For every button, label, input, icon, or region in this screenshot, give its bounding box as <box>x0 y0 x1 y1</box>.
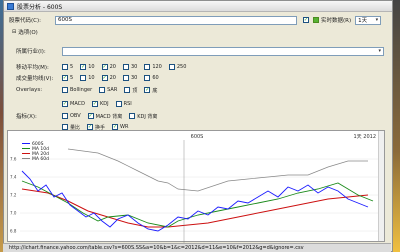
overlay-option-label: 底 <box>152 87 158 94</box>
overlay-option-label: Bollinger <box>70 87 93 93</box>
indicator-option-label: OBV <box>70 113 81 119</box>
indicator-option[interactable]: ✓ KDJ <box>92 101 109 107</box>
chevron-down-icon: ▾ <box>375 17 379 23</box>
price-chart-svg: 7.67.47.27.06.8 600S 1天 2012 600SMA 10dM… <box>10 134 378 243</box>
indicator-option-label: RSI <box>123 101 132 107</box>
code-label: 股票代码(C): <box>9 18 41 24</box>
vol-checkbox[interactable] <box>122 75 129 81</box>
indicator-option[interactable]: ✓ MACD <box>62 101 85 107</box>
indicator-option[interactable]: ✓ MACD 背离 <box>87 113 123 120</box>
overlay-checkbox[interactable] <box>124 87 131 93</box>
status-text: http://ichart.finance.yahoo.com/table.cs… <box>9 245 304 251</box>
ma-option-label: 5 <box>70 64 74 70</box>
ma-option-label: 250 <box>176 64 187 70</box>
indicator-option-label: KDJ 背离 <box>137 113 158 120</box>
y-tick-label: 6.8 <box>10 229 17 234</box>
vol-option[interactable]: 30 <box>122 75 138 81</box>
ma-checkbox[interactable] <box>168 64 175 70</box>
vol-option-label: 30 <box>130 75 138 81</box>
ma-checkbox[interactable]: ✓ <box>80 64 87 70</box>
ma-checkbox[interactable] <box>144 64 151 70</box>
ma-checkbox[interactable] <box>122 64 129 70</box>
ma-option[interactable]: 30 <box>122 64 138 70</box>
period-select[interactable]: 1天 ▾ <box>355 15 382 25</box>
vol-checkbox[interactable]: ✓ <box>62 75 68 81</box>
indicator-checkbox[interactable]: ✓ <box>92 101 98 107</box>
vol-checkbox[interactable] <box>144 75 151 81</box>
overlay-checkbox[interactable] <box>99 87 106 93</box>
code-value: 600S <box>58 17 72 23</box>
app-icon <box>7 2 14 10</box>
indicator-option[interactable]: KDJ 背离 <box>129 113 157 120</box>
indicator-checkbox[interactable]: ✓ <box>62 101 68 107</box>
indicators-label: 指标(X): <box>16 114 37 120</box>
collapse-icon[interactable]: ⊟ <box>12 29 16 35</box>
overlay-option-label: 顶 <box>132 87 138 94</box>
vol-option-label: 20 <box>109 75 116 81</box>
vol-option[interactable]: ✓ 20 <box>101 75 116 81</box>
overlay-option[interactable]: Bollinger <box>62 87 92 93</box>
chart-title: 600S <box>191 134 204 140</box>
indicator-option-label: KDJ <box>100 101 109 107</box>
chart-right-label: 1天 2012 <box>354 134 377 140</box>
ma-option-label: 10 <box>88 64 95 70</box>
ma-option-label: 20 <box>109 64 116 70</box>
overlay-option[interactable]: 顶 <box>124 87 137 94</box>
window-title: 股票分析 - 600S <box>17 3 63 11</box>
indicator-option[interactable]: RSI <box>115 101 132 107</box>
ma-label: 移动平均(M): <box>16 65 49 71</box>
indicator-checkbox[interactable] <box>62 113 68 119</box>
ma-option[interactable]: 250 <box>168 64 187 70</box>
realtime-checkbox[interactable]: ✓ <box>303 17 309 23</box>
overlay-checkbox[interactable]: ✓ <box>144 87 151 93</box>
price-chart[interactable]: 7.6 7.4 7.2 7.0 6.8 600S 1天 2012 600S MA 10d M… <box>7 130 385 243</box>
realtime-label: 实时数据(R) <box>321 18 352 24</box>
ma-option[interactable]: 5 <box>62 64 73 70</box>
chart-scrollbar[interactable] <box>378 131 384 241</box>
industry-label: 所属行业(I): <box>16 49 46 55</box>
vol-label: 成交量均线(V): <box>16 76 54 82</box>
vol-option-label: 60 <box>152 75 159 81</box>
ma-option[interactable]: ✓ 20 <box>101 64 116 70</box>
vol-checkbox[interactable] <box>80 75 87 81</box>
indicator-checkbox[interactable]: ✓ <box>87 113 94 119</box>
ma-checkbox[interactable] <box>62 64 68 70</box>
vol-option-label: 5 <box>70 75 74 81</box>
code-input[interactable]: 600S <box>55 15 297 25</box>
overlays-label: Overlays: <box>16 87 43 93</box>
status-bar: http://ichart.finance.yahoo.com/table.cs… <box>3 243 391 252</box>
vol-option[interactable]: 10 <box>80 75 95 81</box>
ma-option[interactable]: ✓ 10 <box>80 64 95 70</box>
ma-checkbox[interactable]: ✓ <box>101 64 108 70</box>
overlay-option-label: SAR <box>107 87 118 93</box>
ma60-line <box>67 148 368 192</box>
ma-option[interactable]: 120 <box>144 64 162 70</box>
vol-checkbox[interactable]: ✓ <box>101 75 108 81</box>
chevron-down-icon: ▾ <box>378 48 381 54</box>
ma-option-label: 120 <box>152 64 162 70</box>
vol-option[interactable]: ✓ 5 <box>62 75 73 81</box>
indicator-checkbox[interactable] <box>129 113 136 119</box>
legend-label: MA 60d <box>32 156 49 162</box>
indicator-checkbox[interactable] <box>115 101 122 107</box>
y-tick-label: 7.4 <box>10 175 17 180</box>
ma-option-label: 30 <box>130 64 138 70</box>
options-section-label: 选项(O) <box>18 30 38 36</box>
indicator-option-label: MACD 背离 <box>95 113 123 120</box>
overlay-option[interactable]: SAR <box>99 87 117 93</box>
period-value: 1天 <box>358 18 368 24</box>
y-tick-label: 7.2 <box>10 193 17 198</box>
overlay-option[interactable]: ✓ 底 <box>144 87 157 94</box>
indicator-option-label: MACD <box>70 101 85 107</box>
industry-select[interactable]: ▾ <box>62 46 384 56</box>
vol-option[interactable]: 60 <box>144 75 159 81</box>
vol-option-label: 10 <box>88 75 95 81</box>
realtime-indicator-icon <box>313 17 319 23</box>
overlay-checkbox[interactable] <box>62 87 68 93</box>
y-tick-label: 7.6 <box>10 157 17 162</box>
y-tick-label: 7.0 <box>10 211 17 216</box>
title-bar[interactable]: 股票分析 - 600S <box>4 1 392 12</box>
indicator-option[interactable]: OBV <box>62 113 81 119</box>
